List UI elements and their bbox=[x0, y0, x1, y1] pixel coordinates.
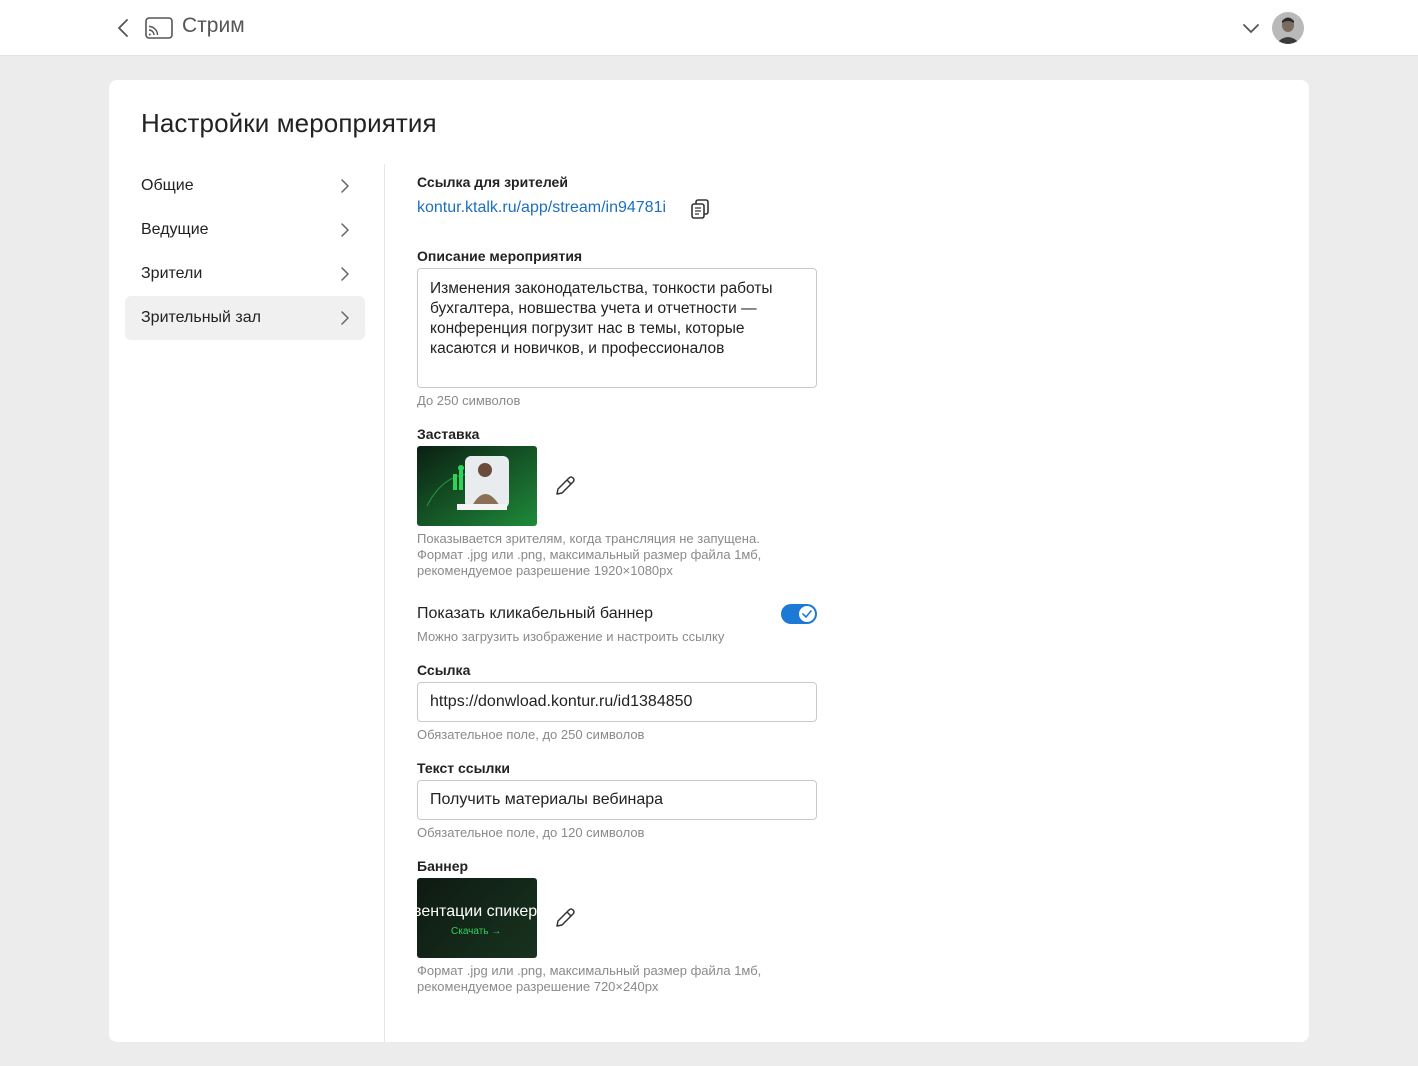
link-field-label: Ссылка bbox=[417, 662, 471, 678]
link-field-hint: Обязательное поле, до 250 символов bbox=[417, 727, 645, 742]
chevron-right-icon bbox=[341, 223, 349, 237]
banner-image: вентации спикер Скачать → bbox=[417, 878, 537, 958]
description-hint: До 250 символов bbox=[417, 393, 521, 408]
chevron-left-icon bbox=[118, 19, 128, 37]
pencil-icon bbox=[556, 476, 575, 495]
banner-image-text: вентации спикер bbox=[417, 903, 537, 920]
nav-item-general[interactable]: Общие bbox=[125, 164, 365, 208]
top-bar: Стрим bbox=[0, 0, 1418, 56]
copy-link-button[interactable] bbox=[689, 198, 711, 220]
page-title: Настройки мероприятия bbox=[141, 108, 437, 138]
avatar[interactable] bbox=[1272, 12, 1304, 44]
chevron-down-icon bbox=[1243, 24, 1259, 33]
banner-toggle-hint: Можно загрузить изображение и настроить … bbox=[417, 629, 725, 644]
check-icon bbox=[802, 610, 812, 618]
cover-hint-1: Показывается зрителям, когда трансляция … bbox=[417, 531, 760, 546]
copy-icon bbox=[691, 199, 709, 219]
banner-hint-2: рекомендуемое разрешение 720×240px bbox=[417, 979, 659, 994]
description-label: Описание мероприятия bbox=[417, 248, 583, 264]
banner-toggle[interactable] bbox=[781, 604, 817, 624]
link-text-input[interactable] bbox=[417, 780, 817, 820]
cover-hint-3: рекомендуемое разрешение 1920×1080px bbox=[417, 563, 673, 578]
toggle-knob bbox=[799, 606, 815, 622]
nav-item-label: Зрители bbox=[141, 265, 203, 282]
chevron-right-icon bbox=[341, 267, 349, 281]
edit-cover-button[interactable] bbox=[553, 474, 577, 498]
nav-item-label: Ведущие bbox=[141, 221, 209, 238]
nav-item-hosts[interactable]: Ведущие bbox=[125, 208, 365, 252]
banner-hint-1: Формат .jpg или .png, максимальный разме… bbox=[417, 963, 762, 978]
link-text-label: Текст ссылки bbox=[417, 760, 511, 776]
cover-hint-2: Формат .jpg или .png, максимальный разме… bbox=[417, 547, 762, 562]
viewer-link-label: Ссылка для зрителей bbox=[417, 174, 568, 190]
app-title: Стрим bbox=[182, 14, 245, 37]
banner-toggle-label: Показать кликабельный баннер bbox=[417, 605, 654, 622]
settings-nav: Общие Ведущие Зрители Зрительный зал bbox=[125, 164, 365, 340]
nav-item-label: Общие bbox=[141, 177, 194, 194]
account-dropdown-button[interactable] bbox=[1240, 18, 1262, 40]
link-input[interactable] bbox=[417, 682, 817, 722]
back-button[interactable] bbox=[112, 16, 134, 40]
nav-item-viewers[interactable]: Зрители bbox=[125, 252, 365, 296]
vertical-divider bbox=[384, 164, 385, 1042]
cast-icon bbox=[145, 17, 173, 44]
cover-image bbox=[417, 446, 537, 526]
link-text-hint: Обязательное поле, до 120 символов bbox=[417, 825, 645, 840]
viewer-link[interactable]: kontur.ktalk.ru/app/stream/in94781i bbox=[417, 199, 666, 217]
banner-label: Баннер bbox=[417, 858, 469, 874]
description-textarea[interactable]: Изменения законодательства, тонкости раб… bbox=[417, 268, 817, 388]
pencil-icon bbox=[556, 908, 575, 927]
chevron-right-icon bbox=[341, 311, 349, 325]
nav-item-auditorium[interactable]: Зрительный зал bbox=[125, 296, 365, 340]
banner-image-cta: Скачать → bbox=[451, 926, 502, 937]
settings-card: Настройки мероприятия Общие Ведущие Зрит… bbox=[109, 80, 1309, 1042]
nav-item-label: Зрительный зал bbox=[141, 309, 261, 326]
chevron-right-icon bbox=[341, 179, 349, 193]
edit-banner-button[interactable] bbox=[553, 906, 577, 930]
cover-label: Заставка bbox=[417, 426, 480, 442]
